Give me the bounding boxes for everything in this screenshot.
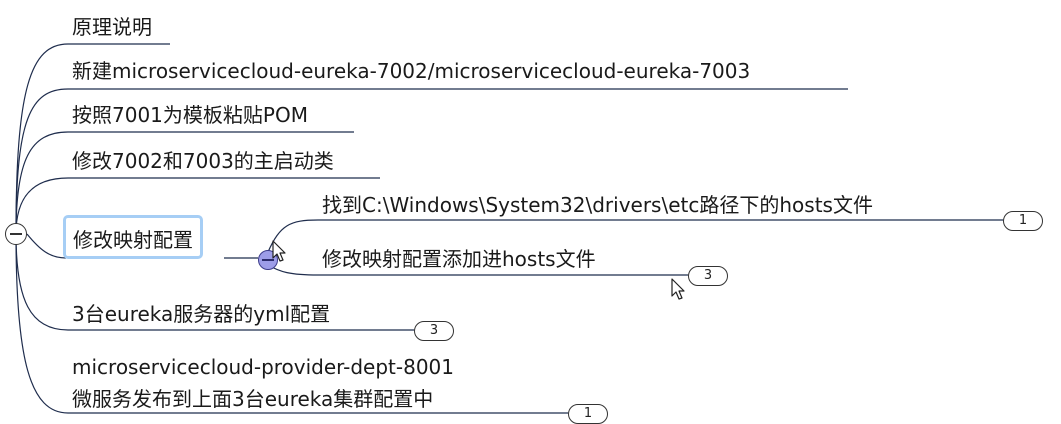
node-mapping[interactable]: 修改映射配置 bbox=[63, 215, 203, 259]
node-yml-config[interactable]: 3台eureka服务器的yml配置 bbox=[72, 301, 330, 327]
node-add-hosts[interactable]: 修改映射配置添加进hosts文件 bbox=[322, 246, 596, 272]
child-count-badge-provider[interactable]: 1 bbox=[568, 404, 608, 424]
collapse-icon[interactable] bbox=[5, 223, 27, 245]
node-paste-pom[interactable]: 按照7001为模板粘贴POM bbox=[72, 102, 308, 128]
mouse-pointer-icon bbox=[272, 240, 286, 262]
child-count-badge-yml-config[interactable]: 3 bbox=[414, 321, 454, 341]
node-main-class[interactable]: 修改7002和7003的主启动类 bbox=[72, 148, 334, 174]
node-principle[interactable]: 原理说明 bbox=[72, 14, 152, 40]
node-find-hosts[interactable]: 找到C:\Windows\System32\drivers\etc路径下的hos… bbox=[322, 192, 873, 218]
mouse-pointer-icon-2 bbox=[671, 278, 685, 300]
node-provider[interactable]: microservicecloud-provider-dept-8001 微服务… bbox=[72, 351, 454, 415]
connector-mapping bbox=[26, 233, 67, 259]
child-count-badge-find-hosts[interactable]: 1 bbox=[1003, 211, 1043, 231]
child-count-badge-add-hosts[interactable]: 3 bbox=[688, 266, 728, 286]
node-mapping-label: 修改映射配置 bbox=[73, 228, 193, 252]
node-new-modules[interactable]: 新建microservicecloud-eureka-7002/microser… bbox=[72, 58, 750, 84]
